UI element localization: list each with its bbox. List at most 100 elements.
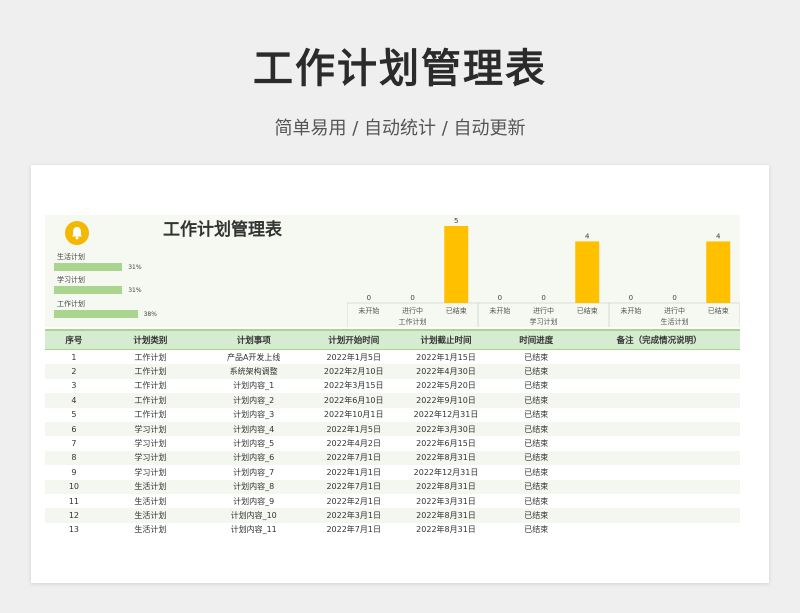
table-cell: 2022年8月31日 <box>397 508 495 523</box>
table-cell <box>578 450 740 466</box>
table-cell: 生活计划 <box>134 496 167 506</box>
column-header: 计划开始时间 <box>309 329 398 350</box>
table-cell: 工作计划 <box>134 410 167 420</box>
plan-table: 序号 计划类别 计划事项 计划开始时间 计划截止时间 时间进度 备注（完成情况说明） 1 工作… <box>45 329 740 537</box>
table-cell: 已结束 <box>494 479 579 494</box>
table-cell: 学习计划 <box>102 421 198 437</box>
table-cell: 计划内容_1 <box>233 381 275 391</box>
table-cell: 2022年2月1日 <box>326 496 381 506</box>
table-cell: 产品A开发上线 <box>226 352 281 362</box>
table-cell <box>578 436 740 450</box>
table-cell: 工作计划 <box>102 393 198 408</box>
table-row: 7 学习计划 计划内容_5 2022年4月2日 2022年6月15日 已结束 <box>45 436 740 450</box>
progress-label: 工作计划 <box>57 300 85 308</box>
table-cell: 2022年3月30日 <box>397 421 495 437</box>
table-cell: 计划内容_3 <box>233 410 275 420</box>
chart-data-label: 0 <box>367 294 371 302</box>
table-cell: 2022年4月2日 <box>326 439 381 449</box>
table-cell: 生活计划 <box>134 525 167 535</box>
table-cell: 学习计划 <box>102 450 198 466</box>
table-cell: 2022年12月31日 <box>413 410 479 420</box>
table-cell: 已结束 <box>524 439 549 449</box>
chart-group-label: 生活计划 <box>661 317 689 326</box>
table-cell: 2022年3月15日 <box>323 381 384 391</box>
sheet-title: 工作计划管理表 <box>163 220 282 240</box>
column-header: 备注（完成情况说明） <box>578 329 740 350</box>
table-cell: 已结束 <box>494 364 579 379</box>
table-cell: 8 <box>45 450 103 466</box>
table-cell: 2022年6月10日 <box>309 393 398 408</box>
table-cell: 2022年8月31日 <box>397 479 495 494</box>
table-cell: 2022年9月10日 <box>397 393 495 408</box>
table-cell: 系统架构调整 <box>197 364 310 379</box>
table-cell <box>578 523 740 537</box>
table-row: 1 工作计划 产品A开发上线 2022年1月5日 2022年1月15日 已结束 <box>45 350 740 365</box>
table-row: 10 生活计划 计划内容_8 2022年7月1日 2022年8月31日 已结束 <box>45 479 740 494</box>
chart-data-label: 0 <box>629 294 633 302</box>
table-cell: 13 <box>68 525 80 535</box>
table-cell: 10 <box>45 479 103 494</box>
table-cell: 已结束 <box>494 450 579 466</box>
table-cell: 3 <box>71 381 77 391</box>
table-cell: 已结束 <box>524 352 549 362</box>
chart-tick-label: 进行中 <box>533 306 554 315</box>
progress-value: 31% <box>128 264 142 271</box>
page-title: 工作计划管理表 <box>253 46 547 92</box>
table-row: 5 工作计划 计划内容_3 2022年10月1日 2022年12月31日 已结束 <box>45 408 740 422</box>
table-cell: 已结束 <box>524 525 549 535</box>
progress-value: 31% <box>128 287 142 294</box>
table-cell: 2022年8月31日 <box>416 525 476 535</box>
table-cell: 2022年3月1日 <box>309 508 398 523</box>
table-cell: 7 <box>71 439 77 449</box>
table-cell: 生活计划 <box>102 479 198 494</box>
table-cell: 6 <box>45 421 103 437</box>
table-cell: 2022年7月1日 <box>326 525 381 535</box>
table-cell: 工作计划 <box>134 381 167 391</box>
chart-data-label: 5 <box>454 217 458 225</box>
progress-label: 生活计划 <box>57 253 85 261</box>
table-cell: 5 <box>71 410 77 420</box>
table-cell: 工作计划 <box>102 364 198 379</box>
table-cell <box>578 465 740 479</box>
chart-tick-label: 未开始 <box>620 306 641 315</box>
table-body: 1 工作计划 产品A开发上线 2022年1月5日 2022年1月15日 已结束 2 工作计划系… <box>45 350 740 538</box>
table-cell: 已结束 <box>524 467 549 477</box>
table-cell: 已结束 <box>494 421 579 437</box>
table-cell: 计划内容_6 <box>197 450 310 466</box>
table-cell <box>578 421 740 437</box>
progress-bar <box>54 263 123 271</box>
table-cell: 计划内容_11 <box>230 525 277 535</box>
chart-bar <box>706 241 731 303</box>
table-cell <box>578 508 740 523</box>
chart-data-label: 0 <box>498 294 502 302</box>
table-cell: 计划内容_8 <box>197 479 310 494</box>
table-cell: 2022年8月31日 <box>397 450 495 466</box>
table-cell <box>578 379 740 393</box>
table-cell: 计划内容_5 <box>233 439 275 449</box>
progress-value: 38% <box>143 311 157 318</box>
table-cell <box>578 393 740 408</box>
table-cell: 2022年12月31日 <box>413 467 479 477</box>
table-cell: 计划内容_4 <box>197 421 310 437</box>
chart-tick-label: 已结束 <box>446 306 467 315</box>
chart-tick-label: 未开始 <box>489 306 510 315</box>
table-cell: 2022年5月20日 <box>416 381 476 391</box>
chart-data-label: 4 <box>585 232 590 240</box>
table-cell: 4 <box>45 393 103 408</box>
dashboard-band: 工作计划管理表 生活计划 31% 学习计划 31% 工作计划 38% 0 未开始 0 进行中 5 已… <box>45 215 740 327</box>
table-cell: 生活计划 <box>102 508 198 523</box>
table-cell <box>578 479 740 494</box>
table-cell: 2022年7月1日 <box>309 450 398 466</box>
table-row: 11 生活计划 计划内容_9 2022年2月1日 2022年3月31日 已结束 <box>45 494 740 508</box>
chart-bar <box>444 226 469 303</box>
table-cell: 1 <box>71 352 77 362</box>
table-cell: 已结束 <box>524 381 549 391</box>
table-row: 13 生活计划 计划内容_11 2022年7月1日 2022年8月31日 已结束 <box>45 523 740 537</box>
chart-tick-label: 进行中 <box>402 306 423 315</box>
table-cell: 已结束 <box>524 496 549 506</box>
spreadsheet-card: 工作计划管理表 生活计划 31% 学习计划 31% 工作计划 38% 0 未开始 0 进行中 5 已… <box>31 165 769 583</box>
chart-data-label: 4 <box>716 232 721 240</box>
chart-tick-label: 已结束 <box>577 306 598 315</box>
table-cell: 工作计划 <box>134 352 167 362</box>
table-cell: 2022年1月15日 <box>416 352 476 362</box>
